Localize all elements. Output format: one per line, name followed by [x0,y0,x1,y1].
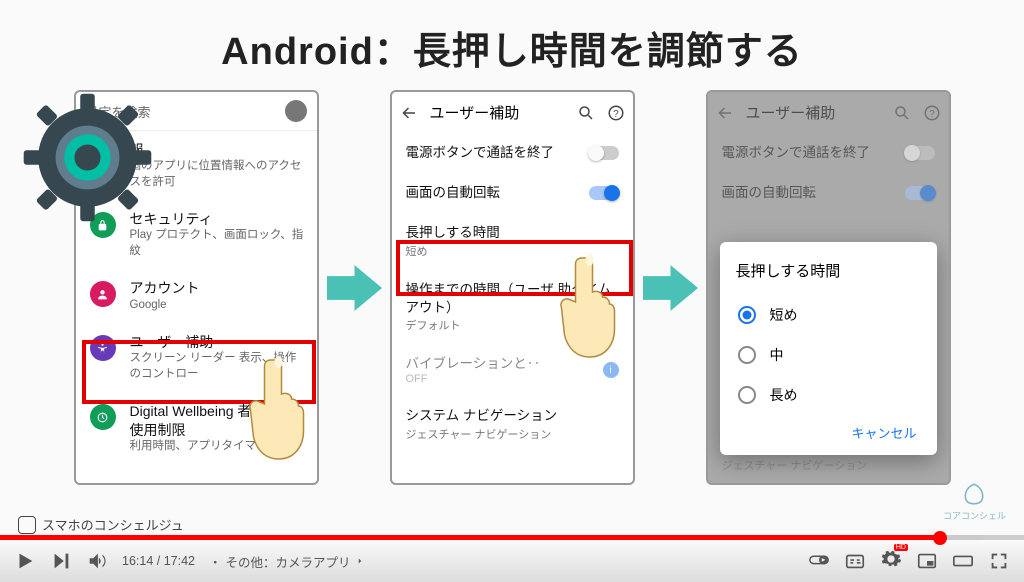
arrow-right-icon [327,263,382,313]
radio-icon [738,386,756,404]
hd-badge: HD [894,544,908,551]
channel-watermark: スマホのコンシェルジュ [18,515,184,534]
captions-button[interactable] [844,550,866,572]
svg-text:?: ? [929,108,935,119]
fullscreen-button[interactable] [988,550,1010,572]
settings-item-accessibility[interactable]: ユーザー補助スクリーン リーダー 表示、操作のコントロー [76,323,317,392]
video-player-frame: Android：長押し時間を調節する [0,0,1024,582]
channel-logo-icon [18,516,36,534]
arrow-right-icon [643,263,698,313]
help-icon[interactable]: ? [923,104,941,122]
row-vibration[interactable]: バイブレーションと‥OFFi [392,344,633,396]
accessibility-header: ユーザー補助 ? [708,92,949,133]
theater-button[interactable] [952,550,974,572]
long-press-dialog: 長押しする時間 短め 中 長め キャンセル [720,242,937,455]
slide-title: Android：長押し時間を調節する [30,20,994,75]
volume-button[interactable] [86,550,108,572]
chapter-link[interactable]: ・その他：カメラアプリ [209,552,365,571]
next-button[interactable] [50,550,72,572]
settings-item-wellbeing[interactable]: Digital Wellbeing 者による使用制限利用時間、アプリタイマ [76,392,317,464]
time-display: 16:14 / 17:42 [122,554,195,568]
autoplay-toggle[interactable] [808,548,830,575]
option-short[interactable]: 短め [736,295,921,335]
info-icon: i [603,362,619,378]
svg-text:?: ? [613,108,619,119]
screen-2-accessibility: ユーザー補助 ? 電源ボタンで通話を終了 画面の自動回転 長押しする時間短め 操… [390,90,635,485]
row-auto-rotate[interactable]: 画面の自動回転 [392,173,633,213]
wellbeing-icon [90,404,116,430]
play-button[interactable] [14,550,36,572]
toggle-off[interactable] [589,146,619,160]
dialog-title: 長押しする時間 [736,260,921,281]
back-arrow-icon[interactable] [716,104,734,122]
settings-button[interactable]: HD [880,548,902,575]
settings-item-account[interactable]: アカウントGoogle [76,269,317,323]
settings-gear-illustration [15,85,160,235]
radio-icon [738,346,756,364]
row-end-call-power[interactable]: 電源ボタンで通話を終了 [392,133,633,173]
row-end-call-power: 電源ボタンで通話を終了 [708,133,949,173]
slide-content: Android：長押し時間を調節する [0,0,1024,582]
chevron-right-icon [355,556,365,566]
row-action-timeout[interactable]: 操作までの時間（ユーザ 助タイムアウト）デフォルト [392,270,633,344]
option-long[interactable]: 長め [736,375,921,415]
screen-3-dialog: ユーザー補助 ? 電源ボタンで通話を終了 画面の自動回転 OFF システム ナビ… [706,90,951,485]
back-arrow-icon[interactable] [400,104,418,122]
row-long-press-time[interactable]: 長押しする時間短め [392,213,633,269]
player-controls: 16:14 / 17:42 ・その他：カメラアプリ HD [0,540,1024,582]
help-icon[interactable]: ? [607,104,625,122]
row-auto-rotate: 画面の自動回転 [708,173,949,213]
toggle-on[interactable] [589,186,619,200]
accessibility-header: ユーザー補助 ? [392,92,633,133]
row-system-nav[interactable]: システム ナビゲーションジェスチャー ナビゲーション [392,396,633,452]
account-icon [90,281,116,307]
search-icon[interactable] [893,104,911,122]
search-icon[interactable] [577,104,595,122]
miniplayer-button[interactable] [916,550,938,572]
option-medium[interactable]: 中 [736,335,921,375]
radio-selected-icon [738,306,756,324]
avatar-icon [285,100,307,122]
accessibility-icon [90,335,116,361]
cancel-button[interactable]: キャンセル [851,426,916,441]
brand-logo: コアコンシェル [943,481,1006,522]
